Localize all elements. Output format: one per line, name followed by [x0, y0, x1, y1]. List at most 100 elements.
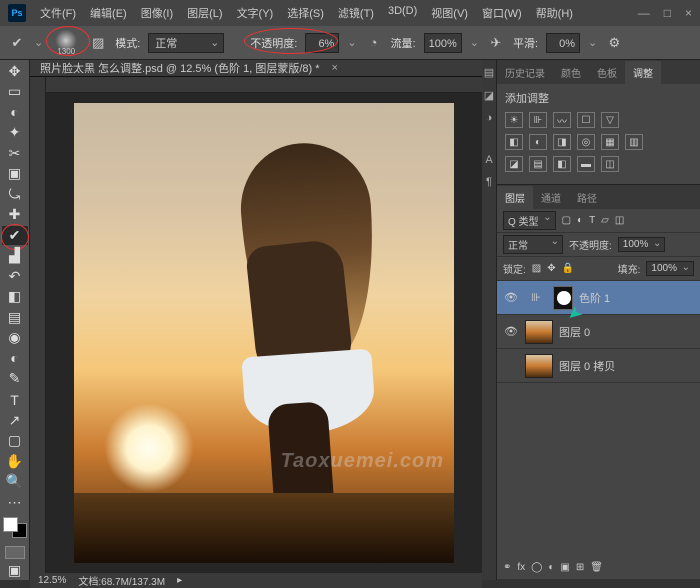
- close-tab-icon[interactable]: ×: [332, 62, 338, 74]
- menu-filter[interactable]: 滤镜(T): [334, 3, 378, 23]
- tool-path-select[interactable]: ↗: [2, 411, 28, 430]
- tab-channels[interactable]: 通道: [533, 186, 569, 209]
- menu-edit[interactable]: 编辑(E): [86, 3, 131, 23]
- tool-preset-icon[interactable]: ✔: [8, 34, 26, 52]
- panel-icon-4[interactable]: A: [485, 154, 492, 166]
- trash-icon[interactable]: 🗑: [590, 562, 603, 573]
- pressure-opacity-icon[interactable]: ◔: [365, 34, 383, 52]
- panel-icon-1[interactable]: ▤: [484, 66, 494, 79]
- filter-smart-icon[interactable]: ◫: [615, 215, 624, 226]
- mask-icon[interactable]: ◯: [531, 562, 542, 573]
- layer-row-levels[interactable]: 👁 ⊪ 色阶 1 ➤: [497, 281, 700, 315]
- adj-selective-icon[interactable]: ◫: [601, 156, 619, 172]
- visibility-icon[interactable]: 👁: [503, 291, 519, 304]
- minimize-button[interactable]: —: [638, 6, 650, 20]
- adj-vibrance-icon[interactable]: ▽: [601, 112, 619, 128]
- panel-icon-5[interactable]: ¶: [486, 176, 492, 188]
- close-button[interactable]: ×: [685, 6, 692, 20]
- lock-all-icon[interactable]: 🔒: [562, 263, 574, 274]
- layer-name[interactable]: 图层 0 拷贝: [559, 358, 615, 374]
- new-layer-icon[interactable]: ⊞: [576, 562, 584, 573]
- tool-marquee[interactable]: ▭: [2, 83, 28, 102]
- tool-blur[interactable]: ◉: [2, 329, 28, 348]
- filter-shape-icon[interactable]: ▱: [601, 215, 609, 226]
- tab-paths[interactable]: 路径: [569, 186, 605, 209]
- zoom-level[interactable]: 12.5%: [38, 575, 66, 586]
- menu-layer[interactable]: 图层(L): [183, 3, 226, 23]
- adj-invert-icon[interactable]: ◪: [505, 156, 523, 172]
- tool-zoom[interactable]: 🔍: [2, 472, 28, 491]
- lock-pixels-icon[interactable]: ▨: [532, 263, 541, 274]
- adj-exposure-icon[interactable]: ☐: [577, 112, 595, 128]
- menu-3d[interactable]: 3D(D): [384, 3, 421, 23]
- fill-value[interactable]: 100%: [646, 261, 694, 276]
- smoothing-chevron-icon[interactable]: ⌄: [588, 36, 597, 49]
- canvas[interactable]: Taoxuemei.com: [46, 93, 482, 573]
- blend-mode-dropdown[interactable]: 正常: [148, 33, 224, 53]
- layer-name[interactable]: 色阶 1: [579, 290, 610, 306]
- smoothing-value[interactable]: 0%: [546, 33, 580, 53]
- status-chevron-icon[interactable]: ▸: [177, 575, 182, 586]
- adj-mixer-icon[interactable]: ▦: [601, 134, 619, 150]
- tool-type[interactable]: T: [2, 390, 28, 409]
- quick-mask-icon[interactable]: [5, 546, 25, 560]
- layer-filter-dropdown[interactable]: Q 类型: [503, 211, 556, 230]
- lock-position-icon[interactable]: ✥: [547, 263, 555, 274]
- panel-icon-3[interactable]: ◑: [486, 112, 493, 124]
- tool-shape[interactable]: ▢: [2, 431, 28, 450]
- screen-mode-icon[interactable]: ▣: [2, 561, 28, 580]
- layer-name[interactable]: 图层 0: [559, 324, 590, 340]
- menu-window[interactable]: 窗口(W): [478, 3, 526, 23]
- new-adj-icon[interactable]: ◐: [548, 562, 554, 573]
- adj-gradient-map-icon[interactable]: ▬: [577, 156, 595, 172]
- visibility-icon[interactable]: 👁: [503, 325, 519, 338]
- panel-icon-2[interactable]: ◪: [484, 89, 494, 102]
- tool-move[interactable]: ✥: [2, 62, 28, 81]
- menu-view[interactable]: 视图(V): [427, 3, 472, 23]
- brush-preview[interactable]: 1300: [51, 30, 81, 56]
- adj-lookup-icon[interactable]: ▥: [625, 134, 643, 150]
- fx-icon[interactable]: fx: [517, 562, 525, 573]
- layer-opacity-value[interactable]: 100%: [618, 237, 666, 252]
- tab-swatches[interactable]: 色板: [589, 61, 625, 84]
- smoothing-gear-icon[interactable]: ⚙: [605, 34, 623, 52]
- new-group-icon[interactable]: ▣: [560, 562, 569, 573]
- adj-posterize-icon[interactable]: ▤: [529, 156, 547, 172]
- opacity-chevron-icon[interactable]: ⌄: [347, 36, 356, 49]
- tool-brush[interactable]: ✔: [2, 226, 28, 245]
- tool-pen[interactable]: ✎: [2, 370, 28, 389]
- tool-dodge[interactable]: ◐: [2, 349, 28, 368]
- menu-file[interactable]: 文件(F): [36, 3, 80, 23]
- tool-wand[interactable]: ✦: [2, 124, 28, 143]
- layer-mask-thumb[interactable]: [553, 286, 573, 310]
- menu-type[interactable]: 文字(Y): [233, 3, 278, 23]
- adj-hue-icon[interactable]: ◧: [505, 134, 523, 150]
- menu-select[interactable]: 选择(S): [283, 3, 328, 23]
- tool-more[interactable]: ⋯: [2, 493, 28, 512]
- layer-row-0[interactable]: 👁 图层 0: [497, 315, 700, 349]
- tool-history-brush[interactable]: ↶: [2, 267, 28, 286]
- adj-curves-icon[interactable]: 〰: [553, 112, 571, 128]
- brush-chevron-icon[interactable]: ⌄: [34, 36, 43, 49]
- tab-history[interactable]: 历史记录: [497, 61, 553, 84]
- adj-balance-icon[interactable]: ◐: [529, 134, 547, 150]
- adj-threshold-icon[interactable]: ◧: [553, 156, 571, 172]
- tool-lasso[interactable]: ◐: [2, 103, 28, 122]
- layer-row-copy[interactable]: 图层 0 拷贝: [497, 349, 700, 383]
- brush-panel-icon[interactable]: ▨: [89, 34, 107, 52]
- tab-adjustments[interactable]: 调整: [625, 61, 661, 84]
- tab-layers[interactable]: 图层: [497, 186, 533, 209]
- opacity-value[interactable]: 6%: [305, 33, 339, 53]
- maximize-button[interactable]: □: [664, 6, 671, 20]
- tool-gradient[interactable]: ▤: [2, 308, 28, 327]
- adj-bw-icon[interactable]: ◨: [553, 134, 571, 150]
- flow-chevron-icon[interactable]: ⌄: [470, 36, 479, 49]
- layer-blend-dropdown[interactable]: 正常: [503, 235, 563, 254]
- link-layers-icon[interactable]: ⚭: [503, 562, 511, 573]
- filter-img-icon[interactable]: ▢: [562, 215, 571, 226]
- menu-help[interactable]: 帮助(H): [532, 3, 577, 23]
- tool-hand[interactable]: ✋: [2, 452, 28, 471]
- adj-levels-icon[interactable]: ⊪: [529, 112, 547, 128]
- tool-eyedropper[interactable]: ⤿: [2, 185, 28, 204]
- tab-color[interactable]: 颜色: [553, 61, 589, 84]
